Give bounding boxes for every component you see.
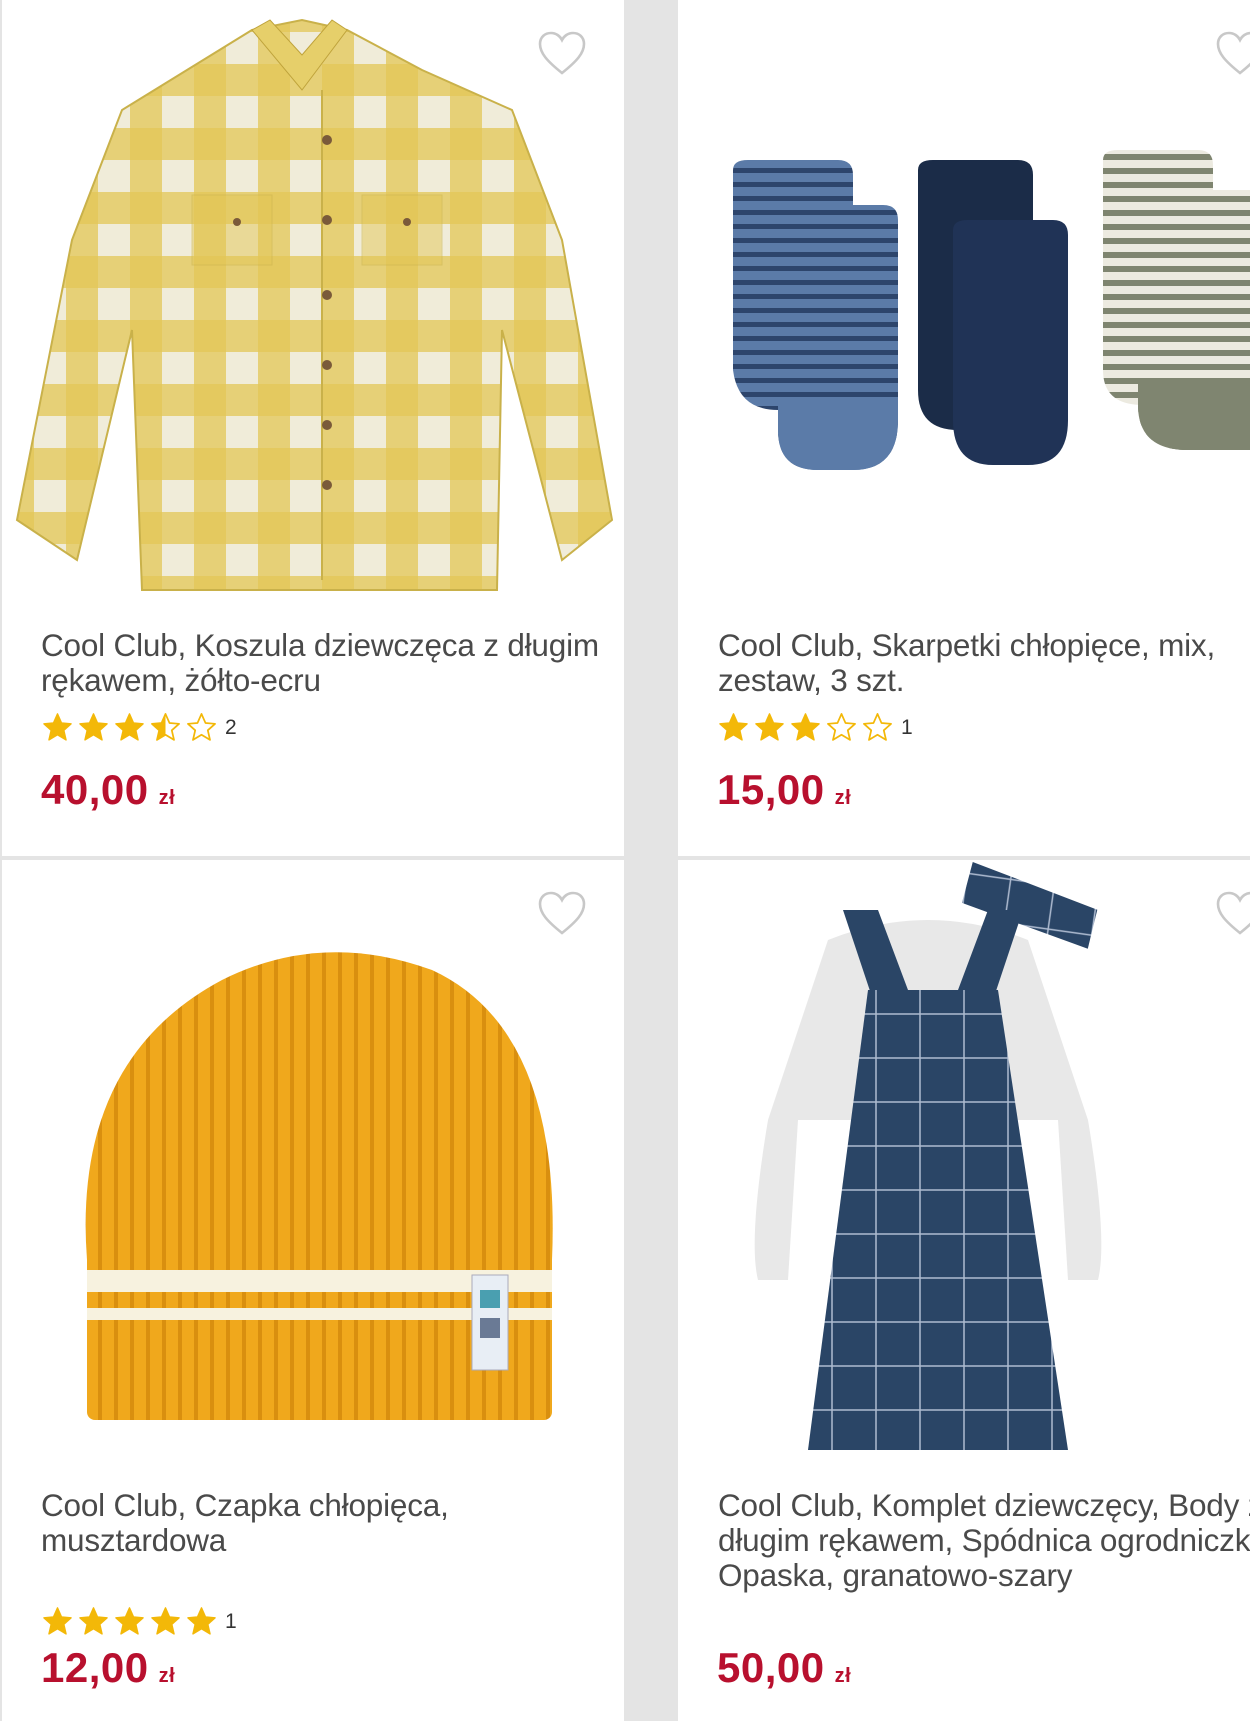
product-price: 15,00 zł [717, 766, 851, 814]
product-card[interactable]: Cool Club, Koszula dziewczęca z długim r… [2, 0, 624, 856]
price-currency: zł [834, 1665, 852, 1687]
rating-stars [42, 1606, 222, 1637]
rating-stars [42, 712, 222, 743]
price-value: 50,00 [717, 1644, 825, 1691]
favorite-heart-icon[interactable] [1215, 30, 1250, 76]
product-title[interactable]: Cool Club, Skarpetki chłopięce, mix, zes… [718, 628, 1250, 698]
star-icon [78, 712, 109, 743]
price-currency: zł [834, 787, 852, 809]
product-price: 40,00 zł [41, 766, 175, 814]
price-currency: zł [158, 1665, 176, 1687]
product-price: 12,00 zł [41, 1644, 175, 1692]
rating-count: 1 [901, 715, 913, 739]
product-price: 50,00 zł [717, 1644, 851, 1692]
product-title[interactable]: Cool Club, Koszula dziewczęca z długim r… [41, 628, 624, 698]
price-value: 12,00 [41, 1644, 149, 1691]
product-card[interactable]: Cool Club, Czapka chłopięca, musztardowa… [2, 860, 624, 1721]
product-grid: Cool Club, Koszula dziewczęca z długim r… [0, 0, 1250, 1721]
rating-stars [718, 712, 898, 743]
product-card[interactable]: Cool Club, Skarpetki chłopięce, mix, zes… [678, 0, 1250, 856]
product-image-shirt[interactable] [2, 0, 624, 610]
product-image-dress-set[interactable] [678, 860, 1250, 1470]
star-icon [790, 712, 821, 743]
product-image-socks[interactable] [678, 0, 1250, 610]
favorite-heart-icon[interactable] [537, 30, 587, 76]
product-title[interactable]: Cool Club, Komplet dziewczęcy, Body z dł… [718, 1488, 1250, 1593]
star-icon [114, 712, 145, 743]
product-rating: 1 [718, 712, 913, 743]
star-icon [150, 712, 181, 743]
product-rating: 2 [42, 712, 237, 743]
rating-count: 2 [225, 715, 237, 739]
star-icon [114, 1606, 145, 1637]
product-image-beanie[interactable] [2, 860, 624, 1470]
favorite-heart-icon[interactable] [537, 890, 587, 936]
price-currency: zł [158, 787, 176, 809]
star-icon [42, 1606, 73, 1637]
star-icon [826, 712, 857, 743]
price-value: 15,00 [717, 766, 825, 813]
rating-count: 1 [225, 1609, 237, 1633]
favorite-heart-icon[interactable] [1215, 890, 1250, 936]
product-title[interactable]: Cool Club, Czapka chłopięca, musztardowa [41, 1488, 624, 1558]
star-icon [150, 1606, 181, 1637]
product-rating: 1 [42, 1606, 237, 1637]
star-icon [78, 1606, 109, 1637]
star-icon [754, 712, 785, 743]
star-icon [186, 712, 217, 743]
product-card[interactable]: Cool Club, Komplet dziewczęcy, Body z dł… [678, 860, 1250, 1721]
star-icon [186, 1606, 217, 1637]
star-icon [42, 712, 73, 743]
star-icon [718, 712, 749, 743]
price-value: 40,00 [41, 766, 149, 813]
star-icon [862, 712, 893, 743]
